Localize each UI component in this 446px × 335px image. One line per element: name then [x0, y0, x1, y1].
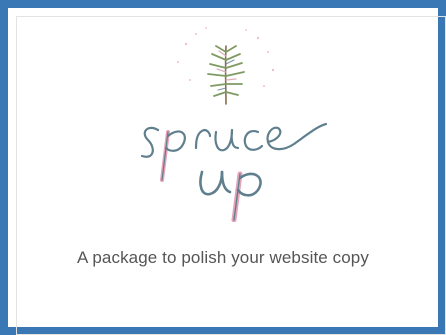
tagline: A package to polish your website copy — [77, 248, 369, 267]
spruce-wordmark — [140, 122, 328, 182]
up-wordmark — [199, 170, 262, 223]
spruce-up-logo — [118, 22, 338, 223]
spruce-sprig-icon — [207, 45, 245, 105]
